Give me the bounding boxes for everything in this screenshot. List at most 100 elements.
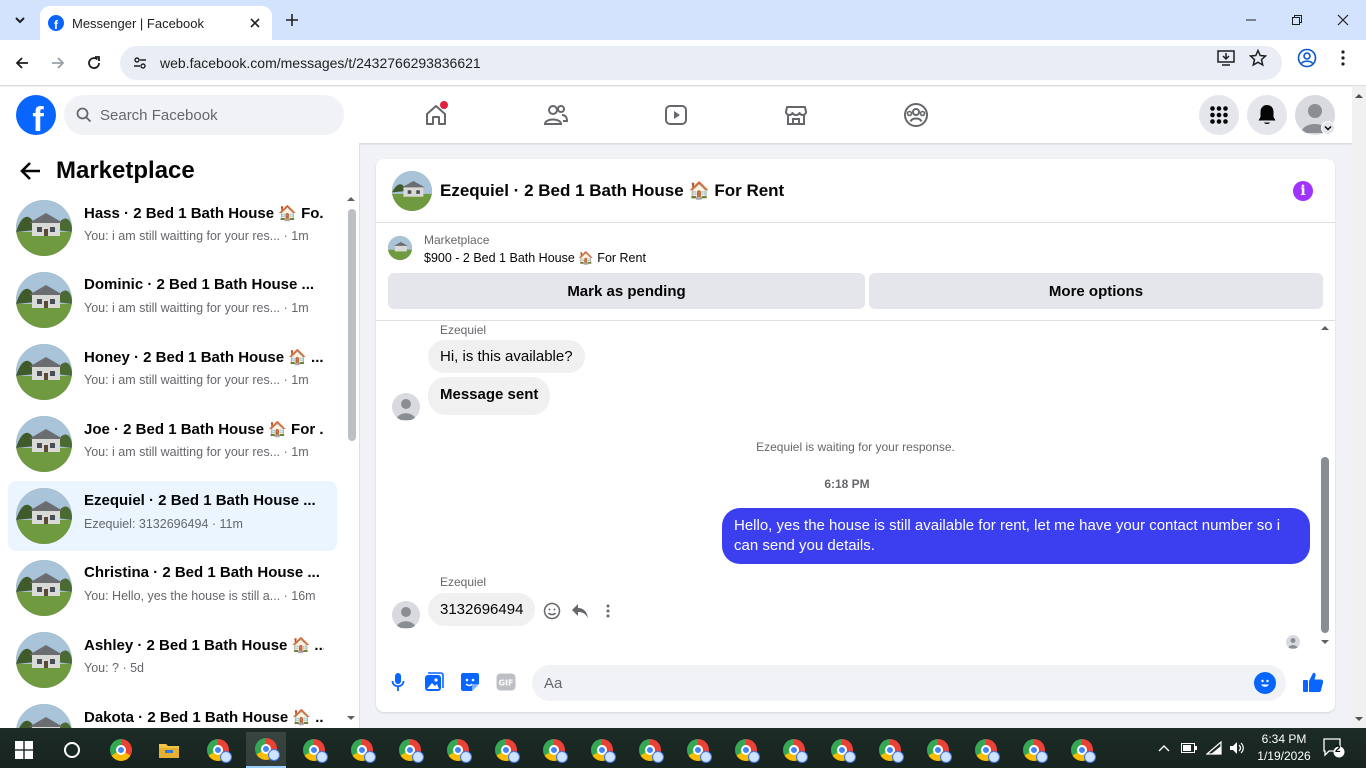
address-bar[interactable]: web.facebook.com/messages/t/243276629383… xyxy=(120,46,1282,80)
chrome-profile-window-button[interactable] xyxy=(582,732,622,768)
listing-thumbnail xyxy=(16,200,72,256)
chrome-profile-window-button[interactable] xyxy=(726,732,766,768)
listing-thumbnail xyxy=(16,488,72,544)
voice-clip-button[interactable] xyxy=(387,671,409,693)
battery-status[interactable] xyxy=(1180,728,1198,768)
groups-nav[interactable] xyxy=(902,101,930,129)
tab-close-button[interactable] xyxy=(246,14,264,32)
conversation-item[interactable]: Dakota · 2 Bed 1 Bath House 🏠 ... xyxy=(8,697,337,728)
attach-photo-button[interactable] xyxy=(423,671,445,693)
profile-badge-icon xyxy=(412,751,424,763)
notifications-button[interactable] xyxy=(1247,95,1287,135)
incoming-message[interactable]: Message sent xyxy=(428,377,551,415)
incoming-message[interactable]: 3132696494 xyxy=(428,593,536,626)
conversation-preview: You: i am still waitting for your res...… xyxy=(84,301,309,315)
new-tab-button[interactable] xyxy=(280,8,304,32)
conversation-item[interactable]: Ezequiel · 2 Bed 1 Bath House ... Ezequie… xyxy=(8,481,337,551)
volume-control[interactable] xyxy=(1228,728,1246,768)
minimize-button[interactable] xyxy=(1228,0,1274,40)
chrome-profile-window-button[interactable] xyxy=(630,732,670,768)
chrome-profile-window-button[interactable] xyxy=(1062,732,1102,768)
message-input[interactable]: Aa xyxy=(532,665,1286,701)
tab-search-button[interactable] xyxy=(6,6,34,34)
chrome-profile-window-button[interactable] xyxy=(918,732,958,768)
chrome-profile-window-button[interactable] xyxy=(486,732,526,768)
profile-badge-icon xyxy=(748,751,760,763)
page-scrollbar[interactable] xyxy=(1352,87,1366,728)
chrome-profile-window-button[interactable] xyxy=(822,732,862,768)
sender-avatar[interactable] xyxy=(392,601,420,629)
facebook-logo[interactable]: f xyxy=(16,95,56,135)
friends-nav[interactable] xyxy=(542,101,570,129)
conversation-info-icon[interactable]: i xyxy=(1293,181,1313,201)
facebook-search[interactable]: Search Facebook xyxy=(64,95,344,135)
more-options-button[interactable]: More options xyxy=(869,273,1323,309)
marketplace-nav[interactable] xyxy=(782,101,810,129)
restore-button[interactable] xyxy=(1274,0,1320,40)
listing-title[interactable]: $900 - 2 Bed 1 Bath House 🏠 For Rent xyxy=(424,251,646,266)
conversation-item[interactable]: Christina · 2 Bed 1 Bath House ... You: H… xyxy=(8,553,337,623)
back-button[interactable] xyxy=(9,50,35,76)
close-window-button[interactable] xyxy=(1320,0,1366,40)
install-app-button[interactable] xyxy=(1216,48,1236,68)
home-nav[interactable] xyxy=(422,101,450,129)
sidebar-scroll-thumb[interactable] xyxy=(348,209,356,441)
search-taskbar-button[interactable] xyxy=(52,732,92,768)
reload-button[interactable] xyxy=(81,50,107,76)
system-clock[interactable]: 6:34 PM 1/19/2026 xyxy=(1252,731,1316,765)
browser-tab[interactable]: f Messenger | Facebook xyxy=(40,6,272,40)
account-menu-chevron[interactable] xyxy=(1321,121,1335,135)
chrome-profile-window-button[interactable] xyxy=(870,732,910,768)
start-button[interactable] xyxy=(4,732,44,768)
action-center-button[interactable]: 2 xyxy=(1322,736,1346,760)
message-more-button[interactable] xyxy=(598,601,618,621)
conversation-item[interactable]: Honey · 2 Bed 1 Bath House 🏠 ... You: i a… xyxy=(8,337,337,407)
chat-scroll-thumb[interactable] xyxy=(1321,457,1329,633)
listing-thumbnail[interactable] xyxy=(392,171,432,211)
sender-avatar[interactable] xyxy=(392,393,420,421)
conversation-item[interactable]: Dominic · 2 Bed 1 Bath House ... You: i a… xyxy=(8,265,337,335)
network-status[interactable] xyxy=(1205,728,1223,768)
chrome-profile-window-button[interactable] xyxy=(294,732,334,768)
browser-menu-button[interactable] xyxy=(1333,48,1353,68)
chrome-profile-window-button[interactable] xyxy=(438,732,478,768)
profile-button[interactable] xyxy=(1297,48,1317,68)
chat-scrollbar[interactable] xyxy=(1318,321,1332,651)
send-like-button[interactable] xyxy=(1300,669,1326,695)
chrome-profile-window-button[interactable] xyxy=(774,732,814,768)
chrome-profile-window-button[interactable] xyxy=(342,732,382,768)
sender-name: Ezequiel xyxy=(440,323,487,337)
site-settings-icon[interactable] xyxy=(132,55,148,71)
outgoing-message[interactable]: Hello, yes the house is still available … xyxy=(722,508,1310,564)
sidebar-scrollbar[interactable] xyxy=(345,195,357,728)
chrome-profile-window-button[interactable] xyxy=(534,732,574,768)
conversation-item[interactable]: Hass · 2 Bed 1 Bath House 🏠 Fo... You: i … xyxy=(8,193,337,263)
chrome-taskbar-button[interactable] xyxy=(101,732,141,768)
conversation-item[interactable]: Ashley · 2 Bed 1 Bath House 🏠 ... You: ? … xyxy=(8,625,337,695)
chrome-profile-window-button[interactable] xyxy=(678,732,718,768)
reply-button[interactable] xyxy=(570,601,590,621)
chrome-profile-window-button[interactable] xyxy=(966,732,1006,768)
forward-button[interactable] xyxy=(45,50,71,76)
video-nav[interactable] xyxy=(662,101,690,129)
scroll-down-arrow-icon xyxy=(1355,717,1363,721)
reply-icon xyxy=(572,604,588,618)
mark-as-pending-button[interactable]: Mark as pending xyxy=(388,273,865,309)
chrome-profile-window-button[interactable] xyxy=(246,732,286,768)
chrome-profile-window-button[interactable] xyxy=(1014,732,1054,768)
file-explorer-button[interactable] xyxy=(149,732,189,768)
react-button[interactable] xyxy=(542,601,562,621)
arrow-left-icon[interactable] xyxy=(20,161,42,181)
bookmark-button[interactable] xyxy=(1248,48,1268,68)
incoming-message[interactable]: Hi, is this available? xyxy=(428,340,585,373)
chrome-profile-window-button[interactable] xyxy=(198,732,238,768)
gif-button[interactable]: GIF xyxy=(495,671,517,693)
show-hidden-icons-button[interactable] xyxy=(1156,728,1172,768)
sticker-button[interactable] xyxy=(459,671,481,693)
emoji-button[interactable] xyxy=(1254,672,1276,694)
conversation-name: Ezequiel · 2 Bed 1 Bath House ... xyxy=(84,492,316,509)
menu-button[interactable] xyxy=(1199,95,1239,135)
chrome-profile-window-button[interactable] xyxy=(390,732,430,768)
conversation-item[interactable]: Joe · 2 Bed 1 Bath House 🏠 For ... You: i… xyxy=(8,409,337,479)
listing-small-thumbnail[interactable] xyxy=(388,236,412,260)
